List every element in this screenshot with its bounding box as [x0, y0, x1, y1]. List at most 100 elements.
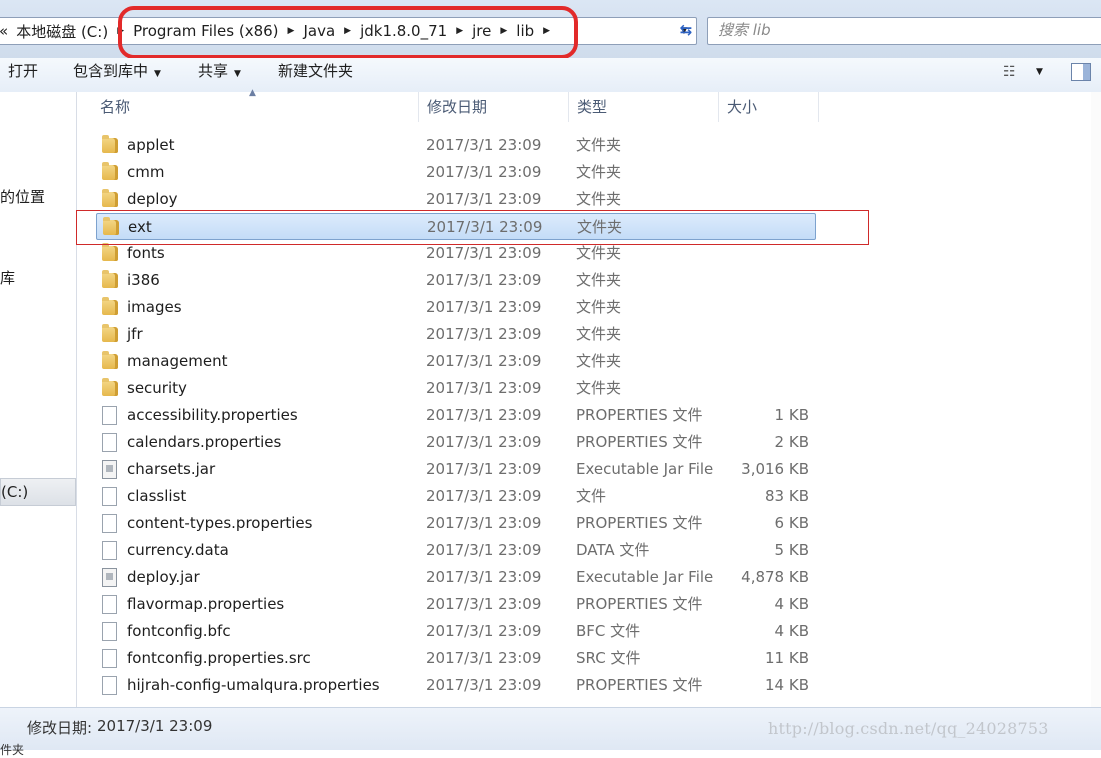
file-row[interactable]: content-types.properties 2017/3/1 23:09 PR…: [96, 510, 816, 537]
file-icon: [102, 649, 117, 668]
folder-row[interactable]: fonts 2017/3/1 23:09 文件夹: [96, 240, 816, 267]
file-row[interactable]: fontconfig.properties.src 2017/3/1 23:09 S…: [96, 645, 816, 672]
jar-file-icon: [102, 460, 117, 479]
new-folder-button[interactable]: 新建文件夹: [278, 58, 353, 92]
file-size: 4,878 KB: [741, 568, 809, 586]
file-name: deploy: [127, 190, 178, 208]
crumb-program-files[interactable]: Program Files (x86): [129, 22, 282, 40]
vertical-scrollbar[interactable]: [1091, 92, 1101, 707]
file-row[interactable]: accessibility.properties 2017/3/1 23:09 PR…: [96, 402, 816, 429]
crumb-java[interactable]: Java: [299, 22, 339, 40]
view-options-icon[interactable]: ☷: [1003, 64, 1016, 80]
new-folder-label: 新建文件夹: [278, 62, 354, 80]
folder-row[interactable]: i386 2017/3/1 23:09 文件夹: [96, 267, 816, 294]
crumb-local-disk[interactable]: 本地磁盘 (C:): [12, 21, 112, 42]
file-name: applet: [127, 136, 175, 154]
crumb-jre[interactable]: jre: [468, 22, 495, 40]
file-name: flavormap.properties: [127, 595, 285, 613]
file-date: 2017/3/1 23:09: [426, 649, 542, 667]
chevron-down-icon[interactable]: ▼: [1036, 67, 1043, 77]
chevron-right-icon[interactable]: ▶: [339, 26, 356, 36]
command-toolbar: 打开 包含到库中 ▼ 共享 ▼ 新建文件夹 ☷ ▼: [0, 58, 1101, 93]
column-header-type[interactable]: 类型: [569, 92, 719, 122]
preview-pane-icon[interactable]: [1071, 63, 1091, 81]
folder-row[interactable]: security 2017/3/1 23:09 文件夹: [96, 375, 816, 402]
open-label: 打开: [8, 62, 39, 80]
file-row[interactable]: calendars.properties 2017/3/1 23:09 PROPER…: [96, 429, 816, 456]
folder-row[interactable]: images 2017/3/1 23:09 文件夹: [96, 294, 816, 321]
folder-row[interactable]: management 2017/3/1 23:09 文件夹: [96, 348, 816, 375]
file-type: BFC 文件: [576, 622, 641, 640]
file-size: 6 KB: [774, 514, 809, 532]
share-button[interactable]: 共享 ▼: [198, 58, 241, 92]
breadcrumb-overflow-icon[interactable]: «: [0, 22, 12, 40]
nav-item-drive-c[interactable]: (C:): [0, 478, 76, 506]
file-date: 2017/3/1 23:09: [426, 460, 542, 478]
file-type: 文件夹: [576, 190, 622, 208]
file-type: Executable Jar File: [576, 460, 714, 478]
file-row[interactable]: hijrah-config-umalqura.properties 2017/3/…: [96, 672, 816, 699]
file-icon: [102, 595, 117, 614]
file-row[interactable]: currency.data 2017/3/1 23:09 DATA 文件 5 KB: [96, 537, 816, 564]
search-box[interactable]: [707, 17, 1101, 45]
crumb-lib[interactable]: lib: [512, 22, 538, 40]
file-date: 2017/3/1 23:09: [426, 136, 542, 154]
file-icon: [102, 487, 117, 506]
file-date: 2017/3/1 23:09: [426, 541, 542, 559]
nav-item-libraries[interactable]: 库: [0, 267, 15, 288]
folder-icon: [102, 297, 118, 315]
file-row[interactable]: deploy.jar 2017/3/1 23:09 Executable Jar F…: [96, 564, 816, 591]
file-type: 文件夹: [576, 163, 622, 181]
status-date-label: 修改日期:: [27, 719, 93, 737]
folder-icon: [102, 135, 118, 153]
file-type: 文件夹: [576, 271, 622, 289]
nav-item-locations[interactable]: 的位置: [0, 186, 45, 207]
file-date: 2017/3/1 23:09: [426, 271, 542, 289]
file-icon: [102, 676, 117, 695]
file-row[interactable]: fontconfig.bfc 2017/3/1 23:09 BFC 文件 4 KB: [96, 618, 816, 645]
column-header-name[interactable]: 名称: [92, 92, 419, 122]
folder-icon: [102, 378, 118, 396]
folder-row[interactable]: cmm 2017/3/1 23:09 文件夹: [96, 159, 816, 186]
column-headers: ▲ 名称 修改日期 类型 大小: [77, 88, 1101, 122]
file-type: DATA 文件: [576, 541, 650, 559]
chevron-right-icon[interactable]: ▶: [112, 26, 129, 36]
file-type: PROPERTIES 文件: [576, 406, 703, 424]
file-type: PROPERTIES 文件: [576, 433, 703, 451]
file-name: accessibility.properties: [127, 406, 298, 424]
file-type: 文件夹: [576, 136, 622, 154]
chevron-right-icon[interactable]: ▶: [495, 26, 512, 36]
file-name: images: [127, 298, 182, 316]
folder-row[interactable]: applet 2017/3/1 23:09 文件夹: [96, 132, 816, 159]
refresh-icon[interactable]: ⇆: [673, 17, 699, 43]
file-type: 文件夹: [577, 218, 623, 236]
chevron-right-icon[interactable]: ▶: [283, 26, 300, 36]
chevron-right-icon[interactable]: ▶: [451, 26, 468, 36]
include-in-library-label: 包含到库中: [73, 62, 149, 80]
file-type: PROPERTIES 文件: [576, 595, 703, 613]
file-name: security: [127, 379, 187, 397]
file-type: PROPERTIES 文件: [576, 514, 703, 532]
folder-icon: [102, 189, 118, 207]
crumb-jdk[interactable]: jdk1.8.0_71: [356, 22, 451, 40]
file-date: 2017/3/1 23:09: [426, 622, 542, 640]
chevron-down-icon: ▼: [234, 69, 241, 79]
column-header-size[interactable]: 大小: [719, 92, 819, 122]
column-header-date[interactable]: 修改日期: [419, 92, 569, 122]
file-size: 2 KB: [774, 433, 809, 451]
include-in-library-button[interactable]: 包含到库中 ▼: [73, 58, 161, 92]
file-row[interactable]: flavormap.properties 2017/3/1 23:09 PROPER…: [96, 591, 816, 618]
share-label: 共享: [198, 62, 229, 80]
breadcrumb[interactable]: « 本地磁盘 (C:) ▶ Program Files (x86) ▶ Java…: [0, 17, 697, 45]
folder-row[interactable]: ext 2017/3/1 23:09 文件夹: [96, 213, 816, 240]
file-date: 2017/3/1 23:09: [426, 352, 542, 370]
folder-row[interactable]: jfr 2017/3/1 23:09 文件夹: [96, 321, 816, 348]
file-row[interactable]: classlist 2017/3/1 23:09 文件 83 KB: [96, 483, 816, 510]
file-type: 文件夹: [576, 298, 622, 316]
search-input[interactable]: [708, 18, 1078, 42]
file-date: 2017/3/1 23:09: [426, 514, 542, 532]
open-button[interactable]: 打开: [8, 58, 38, 92]
folder-row[interactable]: deploy 2017/3/1 23:09 文件夹: [96, 186, 816, 213]
chevron-right-icon[interactable]: ▶: [538, 26, 555, 36]
file-row[interactable]: charsets.jar 2017/3/1 23:09 Executable Jar…: [96, 456, 816, 483]
